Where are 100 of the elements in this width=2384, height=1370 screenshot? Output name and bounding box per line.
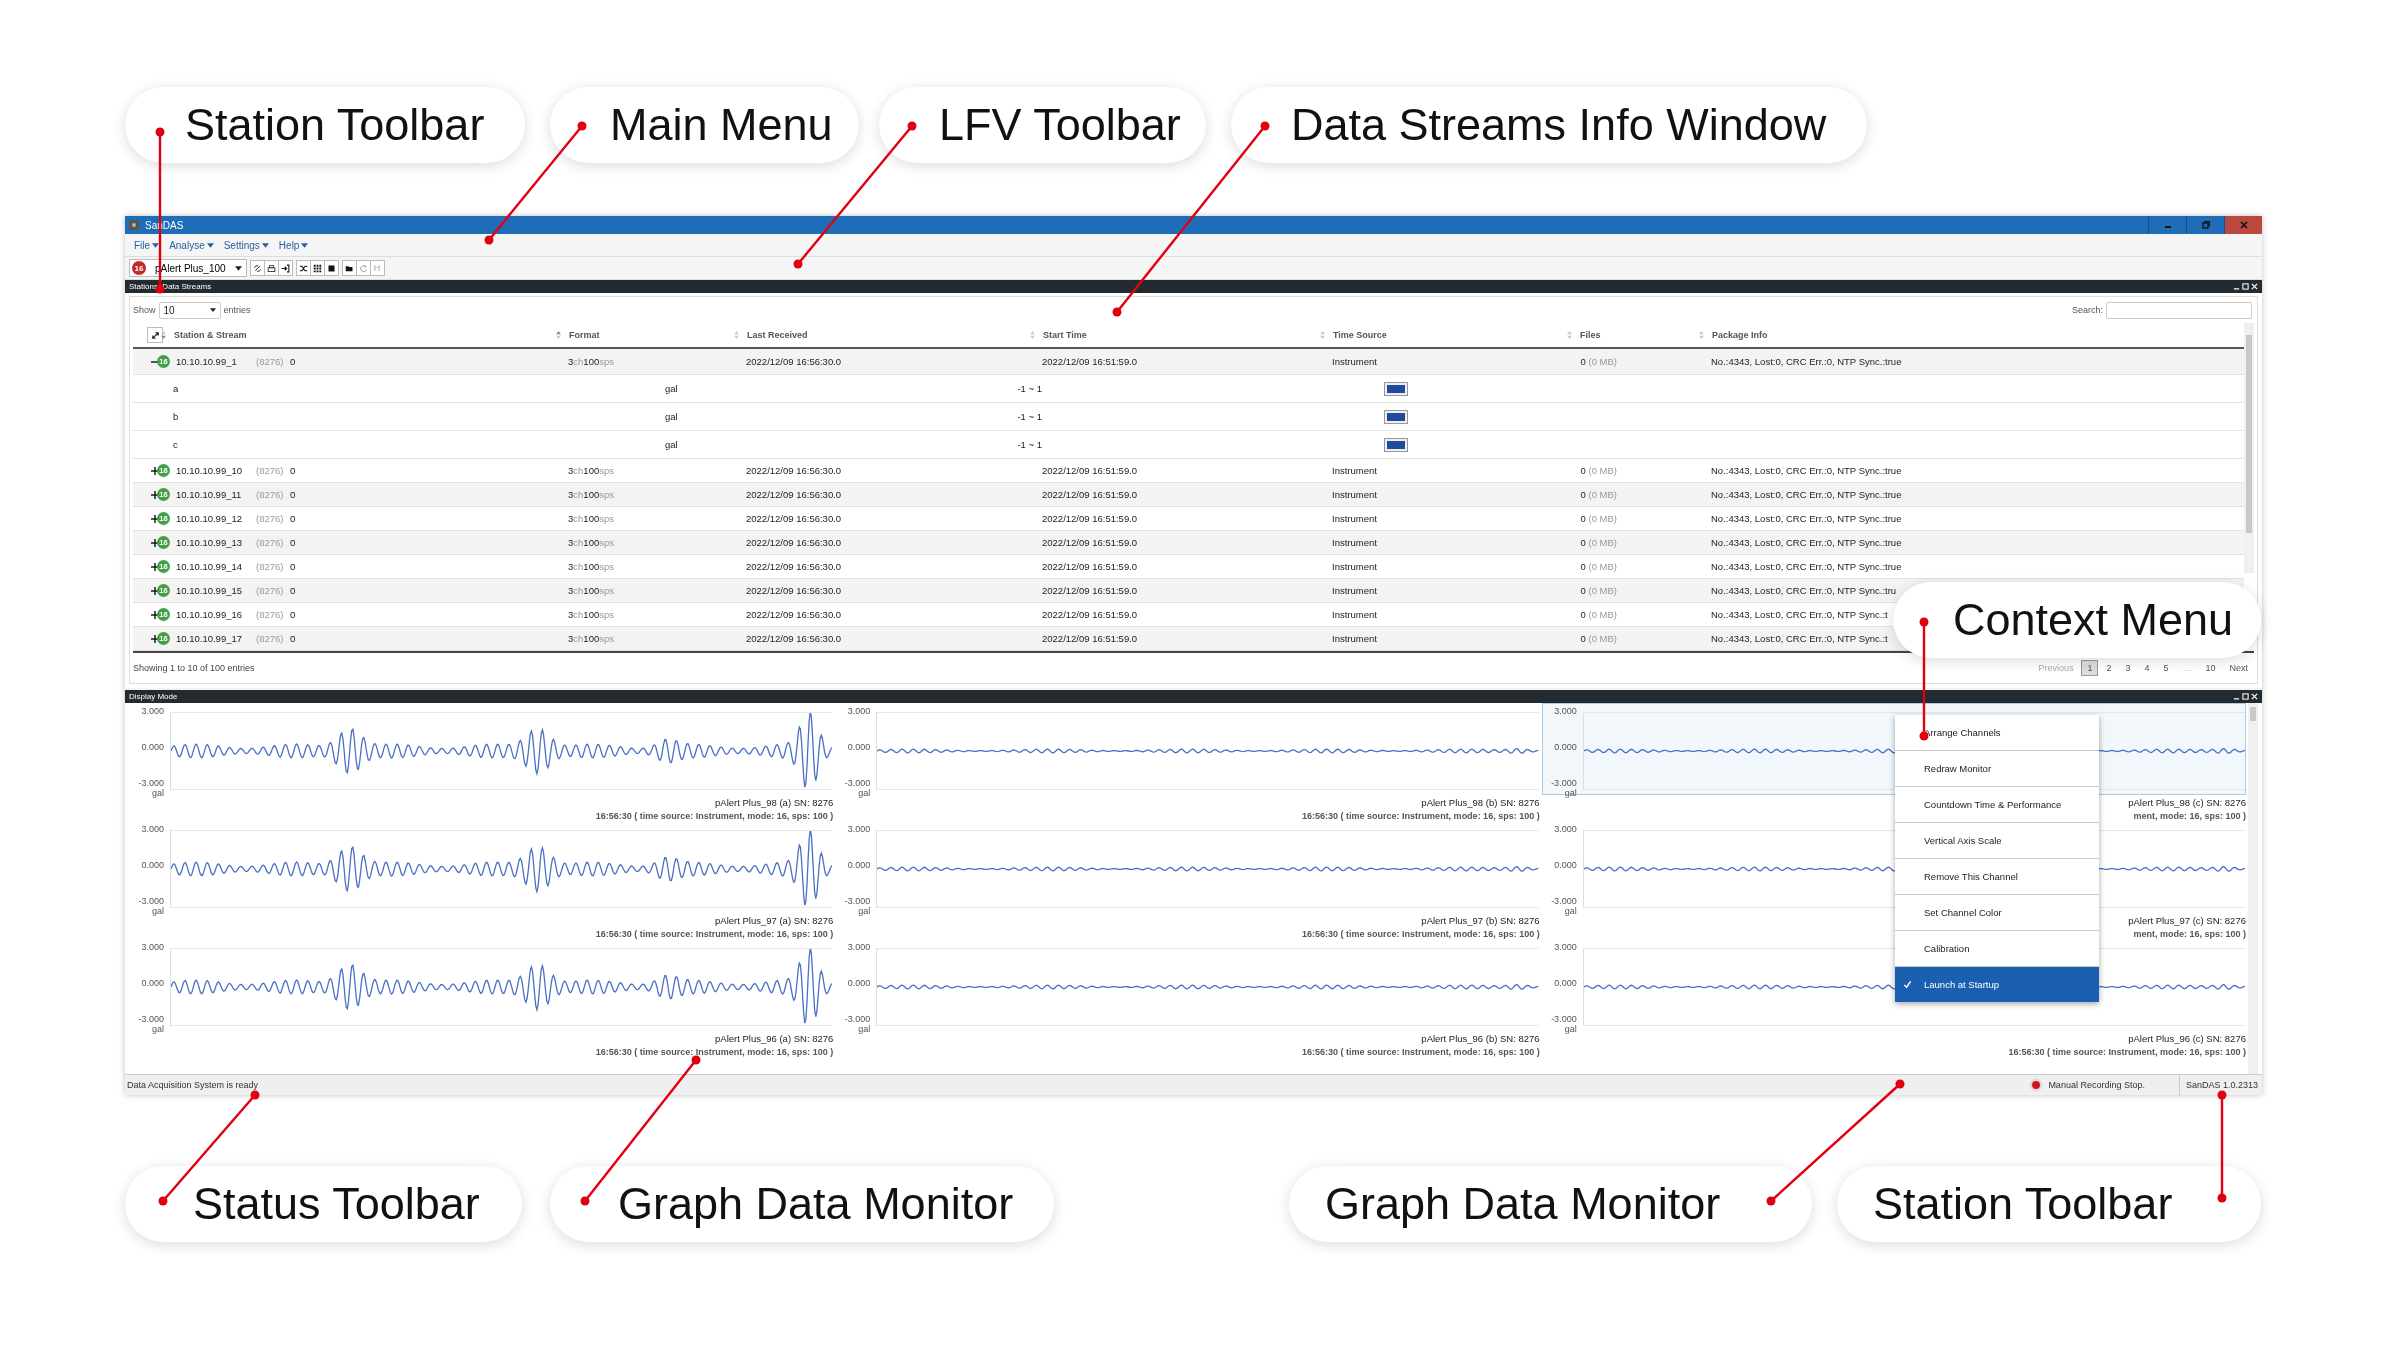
table-cell-text: 3ch100sps [568,356,615,367]
table-cell-text: 2022/12/09 16:51:59.0 [1042,585,1139,596]
caret-icon [261,242,269,248]
menu-item[interactable]: Remove This Channel [1895,859,2099,895]
expand-toggle[interactable] [150,465,160,476]
stream-count: 0 [290,465,296,476]
axis-tick-label: -3.000 [138,1014,164,1024]
column-header[interactable]: Station & Stream [174,330,247,340]
maximize-icon[interactable] [2242,283,2249,290]
station-id: 10.10.10.99_12 [176,513,244,524]
caret-icon [152,242,160,248]
menu-item[interactable]: Settings [218,237,274,253]
link-icon[interactable] [249,260,265,276]
scrollbar[interactable] [2244,323,2254,573]
channel-label: pAlert Plus_96 (b) SN: 8276 [1421,1033,1540,1044]
table-cell-text: 2022/12/09 16:51:59.0 [1042,537,1139,548]
page-button[interactable]: 1 [2081,660,2099,676]
axis-unit: gal [152,788,164,798]
stream-count: 0 [290,585,296,596]
page-button[interactable]: 4 [2138,660,2156,676]
close-icon[interactable] [2251,283,2258,290]
table-cell-text: 2022/12/09 16:56:30.0 [746,633,843,644]
axis-tick-label: 3.000 [141,824,164,834]
entries-label: entries [223,305,251,315]
axis-tick-label: 0.000 [1554,978,1577,988]
axis-unit: gal [152,1024,164,1034]
stream-count: 0 [290,561,296,572]
column-header[interactable]: Format [569,330,600,340]
table-cell-text: 2022/12/09 16:56:30.0 [746,513,843,524]
expand-toggle[interactable] [150,609,160,620]
table-cell-text: c [173,439,179,450]
expand-toggle[interactable] [150,633,160,644]
close-icon[interactable] [2251,693,2258,700]
axis-tick-label: 0.000 [141,978,164,988]
column-header[interactable]: Last Received [747,330,808,340]
sort-icon[interactable] [161,331,166,339]
column-header[interactable]: Time Source [1333,330,1387,340]
channel-label: pAlert Plus_98 (b) SN: 8276 [1421,797,1540,808]
table-cell-text: -1 ~ 1 [1016,439,1042,450]
resize-icon[interactable] [147,327,163,343]
expand-toggle[interactable] [150,513,160,524]
menu-item[interactable]: Launch at Startup [1895,967,2099,1002]
table-cell-text: 2022/12/09 16:51:59.0 [1042,465,1139,476]
station-id: 10.10.10.99_16 [176,609,244,620]
table-cell-text: 2022/12/09 16:51:59.0 [1042,489,1139,500]
table-cell-text: 2022/12/09 16:51:59.0 [1042,609,1139,620]
table-cell-text: 0 (0 MB) [1579,633,1618,644]
menu-item[interactable]: Vertical Axis Scale [1895,823,2099,859]
channel-info: 16:56:30 ( time source: Instrument, mode: 16, sps: 100 ) [595,811,834,821]
sort-icon[interactable] [556,331,561,339]
table-cell-text: No.:4343, Lost:0, CRC Err.:0, NTP Sync.:tru [1710,585,1898,596]
channel-info: 16:56:30 ( time source: Instrument, mode: 16, sps: 100 ) [2008,1047,2246,1057]
table-cell-text: Instrument [1332,585,1378,596]
station-id: 10.10.10.99_1 [176,356,238,367]
table-cell-text: 2022/12/09 16:56:30.0 [746,356,843,367]
folder-icon[interactable] [341,260,357,276]
table-cell-text: 3ch100sps [568,489,615,500]
axis-tick-label: 3.000 [1554,942,1577,952]
column-header[interactable]: Files [1580,330,1601,340]
color-swatch[interactable] [1384,381,1408,396]
menu-item[interactable]: Countdown Time & Performance [1895,787,2099,823]
expand-toggle[interactable] [150,561,160,572]
maximize-icon[interactable] [2242,693,2249,700]
menu-item[interactable]: File [129,237,165,253]
port-number: (8276) [256,585,285,596]
page-button[interactable]: 3 [2119,660,2137,676]
column-header[interactable]: Package Info [1712,330,1768,340]
shuffle-icon[interactable] [295,260,311,276]
menu-item[interactable]: Set Channel Color [1895,895,2099,931]
channel-info: 16:56:30 ( time source: Instrument, mode: 16, sps: 100 ) [1302,811,1540,821]
record-icon[interactable] [2029,1078,2044,1092]
table-cell-text: No.:4343, Lost:0, CRC Err.:0, NTP Sync.:true [1710,489,1903,500]
menu-item[interactable]: Redraw Monitor [1895,751,2099,787]
entries-info: Showing 1 to 10 of 100 entries [133,663,255,673]
table-cell-text: gal [664,411,679,422]
page-button[interactable]: Next [2223,660,2254,676]
page-button[interactable]: 2 [2100,660,2118,676]
table-cell-text: 3ch100sps [568,633,615,644]
color-swatch[interactable] [1384,437,1408,452]
port-number: (8276) [256,356,285,367]
search-field[interactable] [2106,301,2252,319]
channel-info: ment, mode: 16, sps: 100 ) [2133,811,2246,821]
page-button[interactable]: 10 [2199,660,2222,676]
scrollbar[interactable] [2248,703,2258,1074]
menu-item[interactable]: Help [273,237,314,253]
table-cell-text: Instrument [1332,561,1378,572]
callout-label: LFV Toolbar [879,87,1206,163]
expand-toggle[interactable] [150,537,160,548]
expand-toggle[interactable] [150,489,160,500]
expand-toggle[interactable] [150,585,160,596]
table-cell-text: 3ch100sps [568,465,615,476]
table-cell-text: 3ch100sps [568,585,615,596]
column-header[interactable]: Start Time [1043,330,1087,340]
table-cell-text: 0 (0 MB) [1579,489,1618,500]
page-button[interactable]: 5 [2157,660,2175,676]
axis-tick-label: 3.000 [1554,824,1577,834]
page-size-select[interactable]: 10 [158,301,221,319]
menu-item[interactable]: Analyse [164,237,219,253]
table-cell-text: 3ch100sps [568,537,615,548]
color-swatch[interactable] [1384,409,1408,424]
